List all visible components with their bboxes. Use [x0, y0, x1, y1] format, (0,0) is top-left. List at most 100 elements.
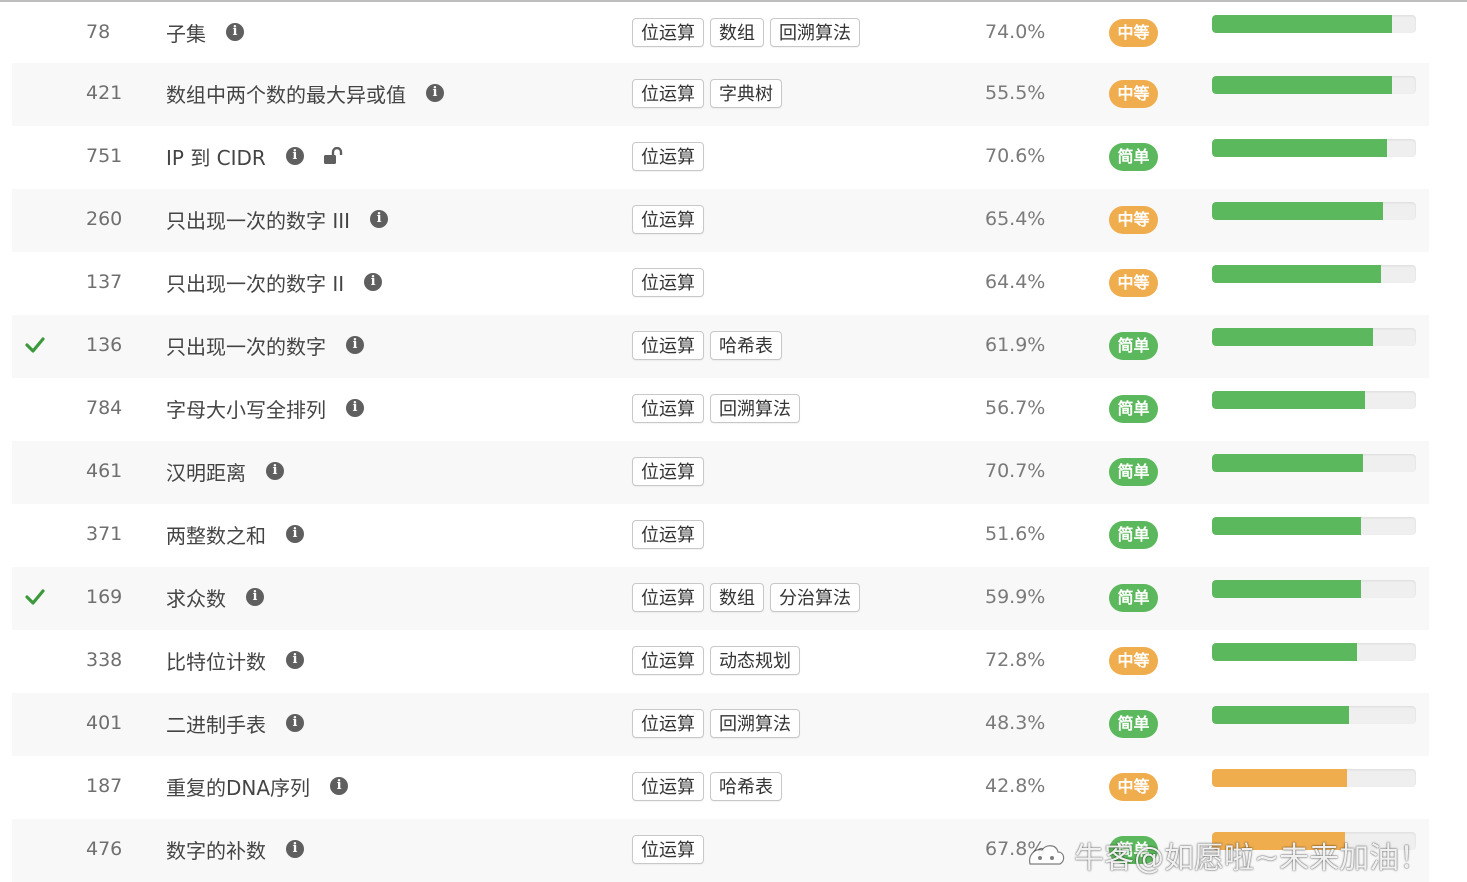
acceptance-rate: 55.5% — [985, 82, 1046, 104]
topic-tag[interactable]: 动态规划 — [710, 646, 800, 675]
problem-title-link[interactable]: 汉明距离 — [166, 457, 246, 486]
frequency-bar-fill — [1212, 15, 1392, 33]
difficulty-badge: 简单 — [1109, 143, 1158, 171]
info-circle-icon[interactable]: i — [426, 84, 444, 102]
problem-title-link[interactable]: 只出现一次的数字 — [166, 331, 326, 360]
info-circle-icon[interactable]: i — [286, 714, 304, 732]
topic-tag[interactable]: 回溯算法 — [710, 394, 800, 423]
problem-title-link[interactable]: 数字的补数 — [166, 835, 266, 864]
info-circle-icon[interactable]: i — [286, 525, 304, 543]
info-circle-icon[interactable]: i — [364, 273, 383, 291]
topic-tag[interactable]: 数组 — [710, 18, 764, 47]
topic-tags: 位运算 — [632, 520, 710, 549]
frequency-bar — [1212, 76, 1416, 94]
topic-tag[interactable]: 位运算 — [632, 205, 704, 234]
acceptance-rate: 56.7% — [985, 397, 1046, 419]
topic-tag[interactable]: 位运算 — [632, 142, 704, 171]
topic-tag[interactable]: 位运算 — [632, 268, 704, 297]
info-circle-icon[interactable]: i — [246, 588, 264, 606]
info-circle-icon[interactable]: i — [285, 147, 304, 165]
topic-tag[interactable]: 字典树 — [710, 79, 782, 108]
topic-tags: 位运算 字典树 — [632, 79, 788, 108]
topic-tag[interactable]: 位运算 — [632, 520, 704, 549]
table-row[interactable]: 169 求众数 i 位运算 数组 分治算法 59.9% 简单 — [12, 567, 1429, 630]
topic-tag[interactable]: 数组 — [710, 583, 764, 612]
frequency-bar-fill — [1212, 706, 1349, 724]
problem-title-link[interactable]: 比特位计数 — [166, 646, 266, 675]
topic-tag[interactable]: 位运算 — [632, 709, 704, 738]
table-row[interactable]: 187 重复的DNA序列 i 位运算 哈希表 42.8% 中等 — [12, 756, 1429, 819]
topic-tag[interactable]: 位运算 — [632, 331, 704, 360]
frequency-bar — [1212, 517, 1416, 535]
problem-number: 751 — [86, 145, 123, 167]
problem-number: 371 — [86, 523, 123, 545]
info-circle-icon[interactable]: i — [346, 336, 364, 354]
table-row[interactable]: 401 二进制手表 i 位运算 回溯算法 48.3% 简单 — [12, 693, 1429, 756]
problem-title-link[interactable]: 子集 — [166, 18, 206, 47]
problem-title-link[interactable]: 数组中两个数的最大异或值 — [166, 79, 406, 108]
info-circle-icon[interactable]: i — [370, 210, 389, 228]
table-row[interactable]: 751 IP 到 CIDR i 位运算 70.6% 简单 — [12, 126, 1429, 189]
problem-title-link[interactable]: 求众数 — [166, 583, 226, 612]
info-circle-icon[interactable]: i — [266, 462, 284, 480]
problem-number: 784 — [86, 397, 123, 419]
topic-tag[interactable]: 哈希表 — [710, 772, 782, 801]
problem-title-link[interactable]: IP 到 CIDR — [166, 142, 266, 171]
topic-tags: 位运算 — [632, 142, 710, 171]
problem-title-link[interactable]: 重复的DNA序列 — [166, 772, 310, 801]
info-circle-icon[interactable]: i — [346, 399, 364, 417]
topic-tag[interactable]: 位运算 — [632, 772, 704, 801]
table-row[interactable]: 421 数组中两个数的最大异或值 i 位运算 字典树 55.5% 中等 — [12, 63, 1429, 126]
table-row[interactable]: 338 比特位计数 i 位运算 动态规划 72.8% 中等 — [12, 630, 1429, 693]
problem-title-link[interactable]: 只出现一次的数字 III — [166, 205, 350, 234]
topic-tags: 位运算 — [632, 268, 710, 297]
table-row[interactable]: 784 字母大小写全排列 i 位运算 回溯算法 56.7% 简单 — [12, 378, 1429, 441]
topic-tag[interactable]: 分治算法 — [770, 583, 860, 612]
topic-tag[interactable]: 位运算 — [632, 583, 704, 612]
topic-tag[interactable]: 回溯算法 — [710, 709, 800, 738]
info-circle-icon[interactable]: i — [286, 840, 304, 858]
info-circle-icon[interactable]: i — [226, 23, 244, 41]
frequency-bar — [1212, 454, 1416, 472]
info-circle-icon[interactable]: i — [330, 777, 349, 795]
problem-number: 338 — [86, 649, 123, 671]
topic-tag[interactable]: 位运算 — [632, 79, 704, 108]
topic-tag[interactable]: 哈希表 — [710, 331, 782, 360]
topic-tags: 位运算 数组 回溯算法 — [632, 18, 866, 47]
frequency-bar-fill — [1212, 391, 1365, 409]
frequency-bar-fill — [1212, 139, 1388, 157]
frequency-bar-fill — [1212, 643, 1357, 661]
acceptance-rate: 67.8% — [985, 838, 1046, 860]
table-row[interactable]: 136 只出现一次的数字 i 位运算 哈希表 61.9% 简单 — [12, 315, 1429, 378]
table-row[interactable]: 137 只出现一次的数字 II i 位运算 64.4% 中等 — [12, 252, 1429, 315]
problem-title-cell: 数字的补数 i — [166, 819, 304, 879]
info-circle-icon[interactable]: i — [286, 651, 304, 669]
problem-title-cell: 只出现一次的数字 III i — [166, 189, 389, 249]
problem-table: 78 子集 i 位运算 数组 回溯算法 74.0% 中等 421 数组中两个数的最大异或值 i 位运算… — [12, 2, 1429, 882]
problem-number: 421 — [86, 82, 123, 104]
frequency-bar-fill — [1212, 202, 1384, 220]
topic-tag[interactable]: 位运算 — [632, 18, 704, 47]
frequency-bar-fill — [1212, 454, 1363, 472]
problem-title-link[interactable]: 两整数之和 — [166, 520, 266, 549]
table-row[interactable]: 260 只出现一次的数字 III i 位运算 65.4% 中等 — [12, 189, 1429, 252]
topic-tag[interactable]: 位运算 — [632, 646, 704, 675]
frequency-bar-fill — [1212, 328, 1374, 346]
problem-title-link[interactable]: 二进制手表 — [166, 709, 266, 738]
table-row[interactable]: 461 汉明距离 i 位运算 70.7% 简单 — [12, 441, 1429, 504]
topic-tag[interactable]: 回溯算法 — [770, 18, 860, 47]
table-row[interactable]: 476 数字的补数 i 位运算 67.8% 简单 — [12, 819, 1429, 882]
table-row[interactable]: 371 两整数之和 i 位运算 51.6% 简单 — [12, 504, 1429, 567]
problem-title-link[interactable]: 只出现一次的数字 II — [166, 268, 344, 297]
difficulty-badge: 中等 — [1109, 773, 1158, 801]
topic-tag[interactable]: 位运算 — [632, 394, 704, 423]
topic-tag[interactable]: 位运算 — [632, 835, 704, 864]
problem-number: 260 — [86, 208, 123, 230]
table-row[interactable]: 78 子集 i 位运算 数组 回溯算法 74.0% 中等 — [12, 2, 1429, 63]
difficulty-badge: 中等 — [1109, 206, 1158, 234]
topic-tag[interactable]: 位运算 — [632, 457, 704, 486]
problem-title-link[interactable]: 字母大小写全排列 — [166, 394, 326, 423]
difficulty-badge: 简单 — [1109, 584, 1158, 612]
frequency-bar-fill — [1212, 76, 1392, 94]
topic-tags: 位运算 哈希表 — [632, 331, 788, 360]
